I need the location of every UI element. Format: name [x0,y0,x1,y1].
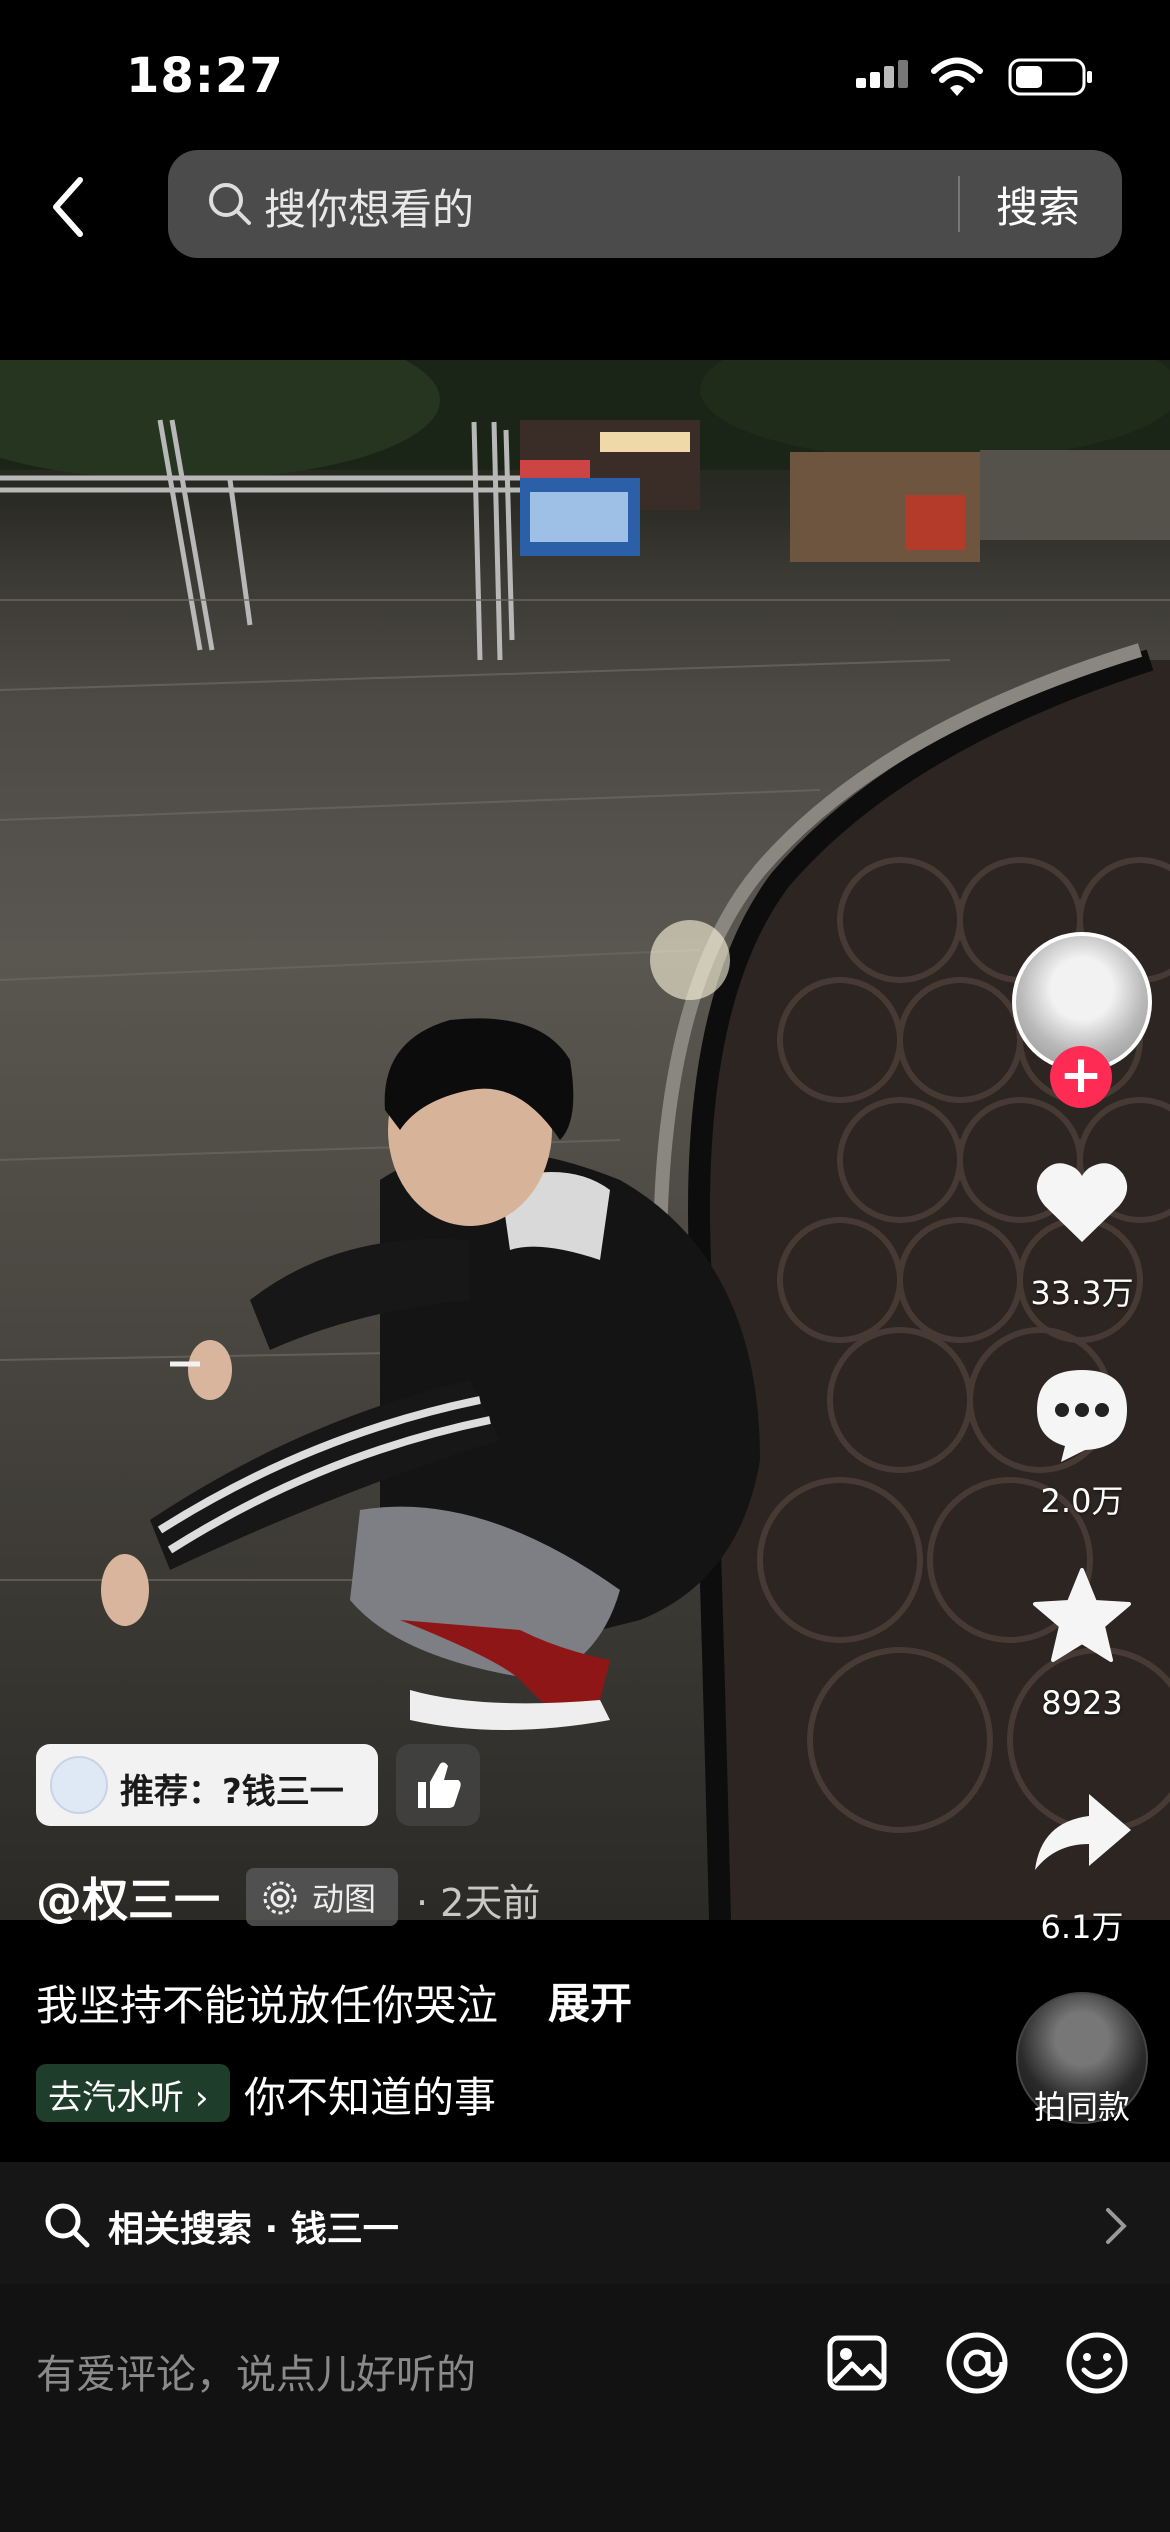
thumbs-up-icon [418,1762,461,1808]
cellular-signal-icon [856,60,908,88]
search-button[interactable]: 搜索 [996,174,1080,235]
animation-tag-label: 动图 [312,1880,377,1918]
recommend-thumbs-up-button[interactable] [396,1744,480,1826]
post-photo[interactable] [0,360,1170,1920]
search-divider [958,176,960,232]
author-name[interactable]: @权三一 [36,1864,220,1930]
share-count: 6.1万 [1040,1908,1124,1946]
comment-bar [0,2284,1170,2532]
chevron-right-icon: › [194,2078,209,2118]
post-time: · 2天前 [416,1881,541,1925]
favorite-count: 8923 [1041,1684,1123,1722]
recommend-avatar [50,1756,108,1814]
back-chevron-icon[interactable] [44,172,100,242]
follow-plus-icon[interactable]: + [1050,1046,1112,1108]
comment-count: 2.0万 [1040,1482,1124,1520]
comment-bubble-icon[interactable] [1027,1358,1137,1468]
expand-caption-button[interactable]: 展开 [548,1970,632,2031]
comment-input[interactable]: 有爱评论，说点儿好听的 [36,2342,476,2400]
photo-scene [0,360,1170,1920]
search-icon [45,2203,90,2248]
chevron-right-icon [1106,2208,1127,2244]
post-caption: 我坚持不能说放任你哭泣 [36,1981,499,2030]
search-placeholder: 搜你想看的 [264,185,475,234]
music-open-label: 去汽水听 › [48,2078,209,2118]
image-icon[interactable] [826,2332,888,2394]
star-icon[interactable] [1027,1562,1137,1672]
battery-icon [1008,58,1092,96]
emoji-icon[interactable] [1064,2330,1130,2396]
animation-icon [263,1881,297,1915]
heart-icon[interactable] [1027,1148,1137,1258]
same-style-label[interactable]: 拍同款 [1002,2082,1162,2128]
at-icon[interactable] [944,2330,1010,2396]
music-title[interactable]: 你不知道的事 [244,2064,496,2125]
wifi-icon [931,57,983,96]
share-arrow-icon[interactable] [1027,1778,1137,1888]
status-time: 18:27 [126,48,284,104]
like-count: 33.3万 [1030,1274,1134,1312]
related-search-text: 相关搜索 · 钱三一 [108,2209,399,2250]
search-icon [209,183,251,225]
recommend-label: 推荐：?钱三一 [120,1772,344,1812]
